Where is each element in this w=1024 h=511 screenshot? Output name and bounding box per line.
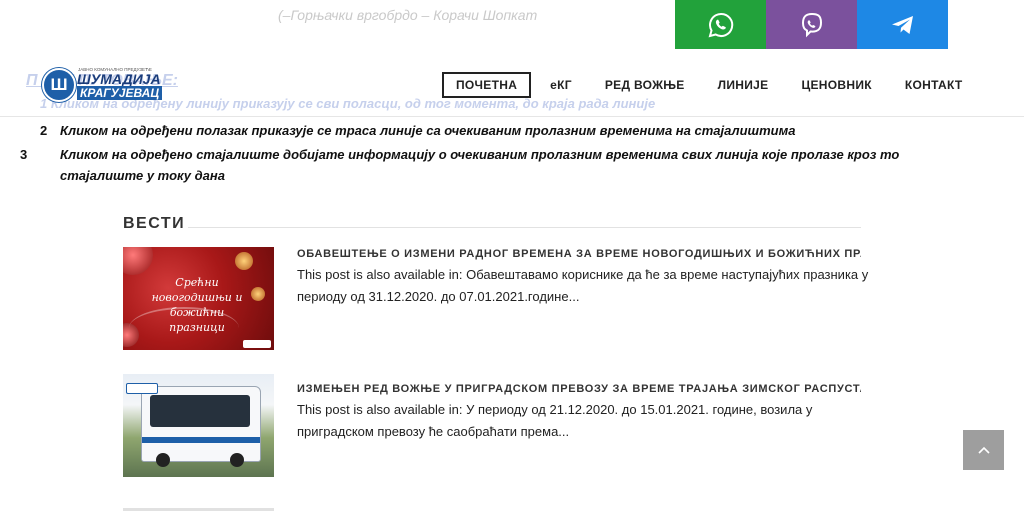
post-thumbnail[interactable] [123,374,274,477]
thumbnail-logo [126,383,158,394]
news-heading-rule [188,227,861,228]
logo-name: ШУМАДИЈА [77,71,161,87]
post-title-link[interactable]: ИЗМЕЊЕН РЕД ВОЖЊЕ У ПРИГРАДСКОМ ПРЕВОЗУ … [297,383,861,395]
logo-city: КРАГУЈЕВАЦ [77,86,163,100]
thumbnail-logo [243,340,271,348]
viber-icon [801,12,822,37]
nav-ekg[interactable]: еКГ [536,72,586,98]
telegram-icon [891,15,913,34]
ornament-icon [123,247,153,275]
nav-home[interactable]: ПОЧЕТНА [442,72,532,98]
ornament-icon [235,252,253,270]
logo-mark-icon: Ш [42,68,76,102]
nav-lines[interactable]: ЛИНИЈЕ [704,72,783,98]
instruction-text: Кликом на одређени полазак приказује се … [60,123,796,138]
post-excerpt: This post is also available in: У период… [297,402,813,439]
nav-pricelist[interactable]: ЦЕНОВНИК [787,72,885,98]
post-thumbnail[interactable]: Срећни новогодишњи и божићни празници [123,247,274,350]
ornament-icon [251,287,265,301]
instruction-text: Кликом на одређено стајалиште добијате и… [60,147,900,183]
whatsapp-button[interactable] [675,0,766,49]
main-navigation: ПОЧЕТНА еКГ РЕД ВОЖЊЕ ЛИНИЈЕ ЦЕНОВНИК КО… [442,72,982,98]
faded-background-text: (–Горњачки вргобрдо – Корачи Шопкат [278,7,538,23]
site-logo[interactable]: Ш ЈАВНО КОМУНАЛНО ПРЕДУЗЕЋЕ ШУМАДИЈА КРА… [40,66,163,102]
nav-timetable[interactable]: РЕД ВОЖЊЕ [591,72,699,98]
nav-contact[interactable]: КОНТАКТ [891,72,977,98]
instruction-2: 2 Кликом на одређени полазак приказује се… [40,120,900,141]
header-divider [0,116,1024,117]
instruction-number: 3 [20,147,28,162]
viber-button[interactable] [766,0,857,49]
post-title-link[interactable]: ОБАВЕШТЕЊЕ О ИЗМЕНИ РАДНОГ ВРЕМЕНА ЗА ВР… [297,248,861,260]
whatsapp-icon [708,12,733,37]
scroll-to-top-button[interactable] [963,430,1004,470]
news-heading: ВЕСТИ [123,215,186,232]
thumbnail-caption: Срећни новогодишњи и божићни празници [151,276,243,334]
telegram-button[interactable] [857,0,948,49]
post-excerpt: This post is also available in: Обавешта… [297,267,869,304]
instruction-number: 2 [40,123,48,138]
chevron-up-icon [977,446,990,454]
instruction-3: 3 Кликом на одређено стајалиште добијате … [20,144,940,186]
bus-image [141,386,261,467]
